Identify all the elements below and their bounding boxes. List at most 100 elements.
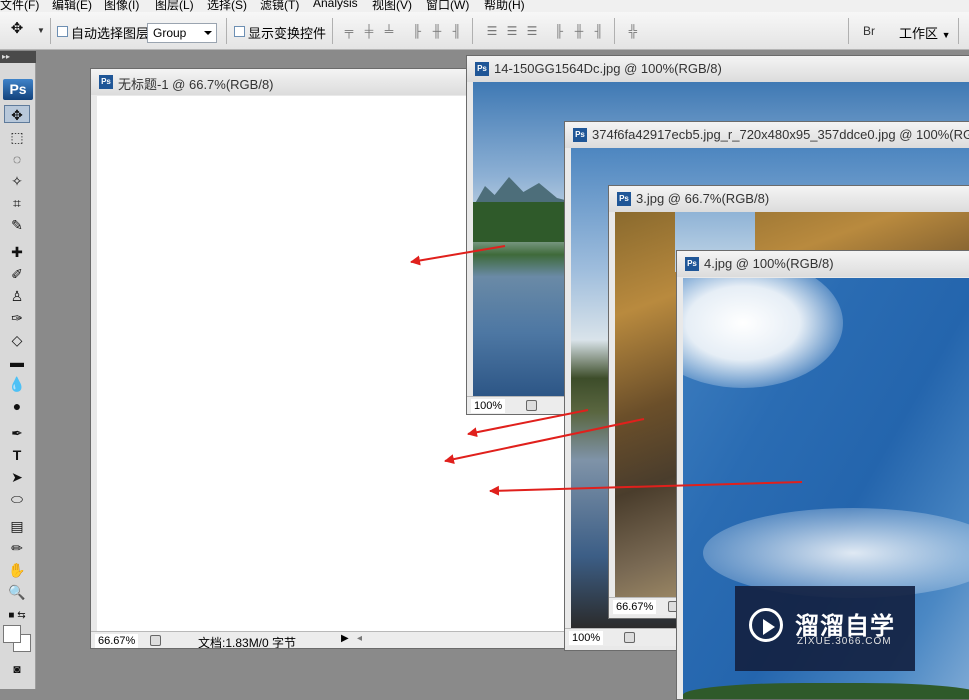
document-title: 14-150GG1564Dc.jpg @ 100%(RGB/8) (494, 61, 722, 76)
watermark-subtitle: ZIXUE.3066.COM (797, 636, 892, 647)
quick-mask-icon[interactable]: ◙ (4, 660, 30, 678)
separator (958, 18, 959, 44)
document-title: 374f6fa42917ecb5.jpg_r_720x480x95_357ddc… (592, 127, 969, 142)
align-bottom-icon[interactable]: ╧ (382, 24, 396, 38)
ps-document-icon: Ps (573, 128, 587, 142)
menu-select[interactable]: 选择(S) (207, 0, 247, 12)
menu-layer[interactable]: 图层(L) (155, 0, 194, 12)
document-titlebar[interactable]: Ps 4.jpg @ 100%(RGB/8) (677, 251, 969, 277)
eraser-tool-icon[interactable]: ◇ (4, 331, 30, 349)
blur-tool-icon[interactable]: 💧 (4, 375, 30, 393)
zoom-tool-icon[interactable]: 🔍 (4, 583, 30, 601)
zoom-field[interactable]: 100% (471, 399, 506, 413)
distribute-horizontal-center-icon[interactable]: ╫ (572, 24, 586, 38)
menu-analysis[interactable]: Analysis (313, 0, 358, 10)
document-title: 4.jpg @ 100%(RGB/8) (704, 256, 834, 271)
align-vertical-center-icon[interactable]: ╪ (362, 24, 376, 38)
status-info-icon[interactable] (624, 632, 635, 643)
healing-brush-tool-icon[interactable]: ✚ (4, 243, 30, 261)
document-titlebar[interactable]: Ps 3.jpg @ 66.7%(RGB/8) (609, 186, 969, 212)
distribute-right-icon[interactable]: ╢ (592, 24, 606, 38)
distribute-vertical-center-icon[interactable]: ☰ (505, 24, 519, 38)
document-titlebar[interactable]: Ps 14-150GG1564Dc.jpg @ 100%(RGB/8) (467, 56, 969, 82)
menu-help[interactable]: 帮助(H) (484, 0, 525, 12)
chevron-down-icon (204, 31, 212, 35)
foreground-color-swatch[interactable] (3, 625, 21, 643)
lasso-tool-icon[interactable]: ◌ (4, 150, 30, 168)
move-tool-icon[interactable]: ✥ (4, 105, 30, 123)
ellipse-tool-icon[interactable]: ⬭ (4, 490, 30, 508)
distribute-bottom-icon[interactable]: ☰ (525, 24, 539, 38)
crop-tool-icon[interactable]: ⌗ (4, 194, 30, 212)
toolbox-grip[interactable]: ▸▸ (0, 51, 36, 63)
separator (848, 18, 849, 44)
distribute-top-icon[interactable]: ☰ (485, 24, 499, 38)
watermark-logo: 溜溜自学 ZIXUE.3066.COM (735, 586, 915, 671)
menu-file[interactable]: 文件(F) (0, 0, 39, 12)
path-selection-tool-icon[interactable]: ➤ (4, 468, 30, 486)
menu-filter[interactable]: 滤镜(T) (260, 0, 299, 12)
menu-window[interactable]: 窗口(W) (426, 0, 469, 12)
clone-stamp-tool-icon[interactable]: ♙ (4, 287, 30, 305)
toolbox: ▸▸ Ps ✥ ⬚ ◌ ✧ ⌗ ✎ ✚ ✐ ♙ ✑ ◇ ▬ 💧 ● ✒ T ➤ … (0, 51, 36, 689)
magic-wand-tool-icon[interactable]: ✧ (4, 172, 30, 190)
auto-select-label: 自动选择图层 (71, 26, 150, 41)
dodge-tool-icon[interactable]: ● (4, 397, 30, 415)
auto-select-dropdown[interactable]: Group (147, 23, 217, 43)
separator (226, 18, 227, 44)
align-top-icon[interactable]: ╤ (342, 24, 356, 38)
separator (50, 18, 51, 44)
eyedropper-tool-icon[interactable]: ✏ (4, 539, 30, 557)
hand-tool-icon[interactable]: ✋ (4, 561, 30, 579)
status-info-icon[interactable] (526, 400, 537, 411)
separator (614, 18, 615, 44)
zoom-field[interactable]: 66.67% (95, 634, 139, 648)
ps-document-icon: Ps (99, 75, 113, 89)
show-transform-label: 显示变换控件 (248, 26, 327, 41)
auto-select-value: Group (153, 26, 187, 40)
align-left-icon[interactable]: ╟ (410, 24, 424, 38)
options-bar: ✥ ▼ 自动选择图层 Group 显示变换控件 ╤ ╪ ╧ ╟ ╫ ╢ ☰ ☰ … (0, 12, 969, 50)
show-transform-checkbox[interactable] (234, 26, 245, 37)
menu-image[interactable]: 图像(I) (104, 0, 139, 12)
status-info-icon[interactable] (150, 635, 161, 646)
ps-document-icon: Ps (685, 257, 699, 271)
gradient-tool-icon[interactable]: ▬ (4, 353, 30, 371)
doc-size-info: 文档:1.83M/0 字节 (198, 636, 297, 649)
pen-tool-icon[interactable]: ✒ (4, 424, 30, 442)
workspace-label: 工作区 (899, 26, 939, 41)
align-right-icon[interactable]: ╢ (450, 24, 464, 38)
bridge-icon[interactable]: Br (858, 24, 880, 38)
play-icon (749, 608, 783, 642)
align-horizontal-center-icon[interactable]: ╫ (430, 24, 444, 38)
menu-edit[interactable]: 编辑(E) (52, 0, 92, 12)
marquee-tool-icon[interactable]: ⬚ (4, 128, 30, 146)
separator (332, 18, 333, 44)
history-brush-tool-icon[interactable]: ✑ (4, 309, 30, 327)
zoom-field[interactable]: 100% (569, 631, 604, 645)
move-tool-icon[interactable]: ✥ (8, 21, 26, 36)
zoom-field[interactable]: 66.67% (613, 600, 657, 614)
notes-tool-icon[interactable]: ▤ (4, 517, 30, 535)
ps-document-icon: Ps (475, 62, 489, 76)
brush-tool-icon[interactable]: ✐ (4, 265, 30, 283)
document-title: 3.jpg @ 66.7%(RGB/8) (636, 191, 770, 206)
ps-logo: Ps (3, 79, 33, 100)
type-tool-icon[interactable]: T (4, 446, 30, 464)
default-colors-icon[interactable]: ■ ⇆ (4, 607, 30, 625)
workspace-button[interactable]: 工作区 ▼ (899, 23, 951, 42)
menu-bar: 文件(F) 编辑(E) 图像(I) 图层(L) 选择(S) 滤镜(T) Anal… (0, 0, 969, 12)
scroll-left-arrow-icon[interactable]: ◂ (357, 633, 362, 644)
menu-view[interactable]: 视图(V) (372, 0, 412, 12)
separator (472, 18, 473, 44)
tool-preset-dropdown-icon[interactable]: ▼ (34, 24, 48, 38)
document-title: 无标题-1 @ 66.7%(RGB/8) (118, 77, 274, 92)
auto-select-checkbox[interactable] (57, 26, 68, 37)
document-titlebar[interactable]: Ps 374f6fa42917ecb5.jpg_r_720x480x95_357… (565, 122, 969, 148)
auto-align-layers-icon[interactable]: ╬ (626, 24, 640, 38)
slice-tool-icon[interactable]: ✎ (4, 216, 30, 234)
status-menu-arrow-icon[interactable]: ▶ (341, 633, 349, 644)
ps-document-icon: Ps (617, 192, 631, 206)
distribute-left-icon[interactable]: ╟ (552, 24, 566, 38)
chevron-down-icon: ▼ (941, 30, 951, 40)
